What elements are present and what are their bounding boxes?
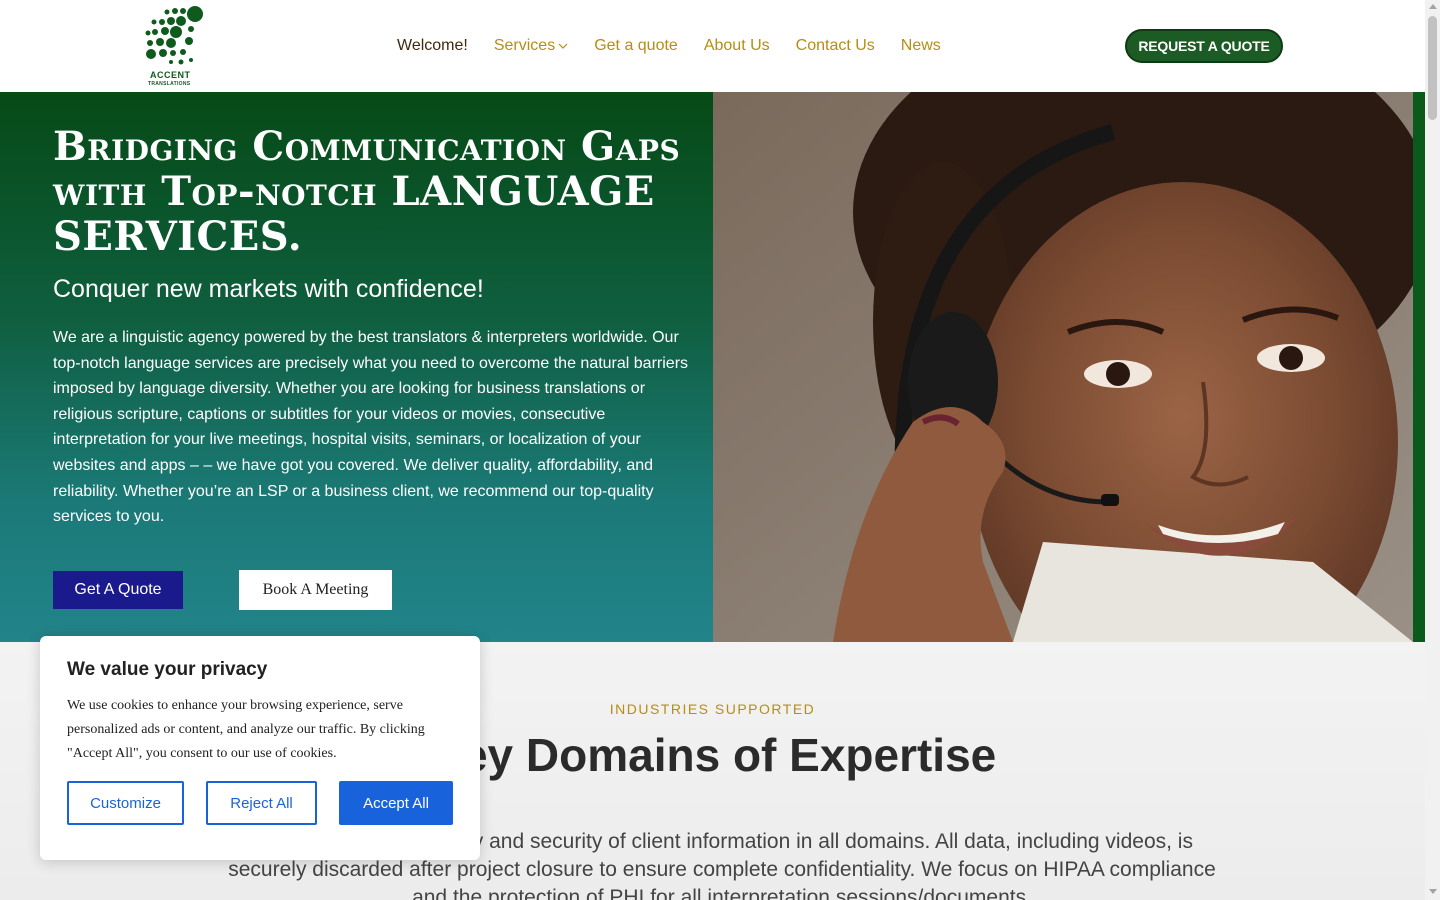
- hero-title: Bridging Communication Gaps with Top-not…: [53, 123, 681, 260]
- nav-item-welcome[interactable]: Welcome!: [397, 37, 468, 55]
- nav-item-services-label: Services: [493, 37, 556, 54]
- cookie-customize-button[interactable]: Customize: [67, 781, 184, 825]
- nav-item-news[interactable]: News: [901, 37, 941, 55]
- cookie-description: We use cookies to enhance your browsing …: [67, 698, 425, 761]
- scroll-up-arrow-icon[interactable]: [1429, 4, 1437, 9]
- cookie-consent-banner: We value your privacy We use cookies to …: [40, 636, 480, 860]
- request-quote-button[interactable]: REQUEST A QUOTE: [1125, 29, 1283, 63]
- scrollbar-thumb[interactable]: [1428, 16, 1437, 120]
- site-header: ACCENT TRANSLATIONS Welcome! Services Ge…: [0, 0, 1425, 92]
- nav-item-get-a-quote[interactable]: Get a quote: [594, 37, 678, 55]
- book-meeting-button[interactable]: Book A Meeting: [239, 570, 392, 610]
- cookie-title: We value your privacy: [67, 659, 268, 680]
- logo-dots-icon: [145, 6, 203, 65]
- nav-item-services[interactable]: Services: [494, 37, 568, 55]
- get-a-quote-button[interactable]: Get A Quote: [53, 571, 183, 609]
- nav-item-about-us[interactable]: About Us: [704, 37, 770, 55]
- logo-tagline: TRANSLATIONS: [148, 81, 191, 87]
- chevron-down-icon: [558, 43, 568, 49]
- hero-edge-strip: [1413, 92, 1425, 642]
- hero-photo-woman-headset: [713, 92, 1413, 642]
- nav-item-contact-us[interactable]: Contact Us: [796, 37, 875, 55]
- scroll-down-arrow-icon[interactable]: [1429, 889, 1437, 894]
- cookie-reject-all-button[interactable]: Reject All: [206, 781, 317, 825]
- site-logo[interactable]: ACCENT TRANSLATIONS: [143, 4, 207, 88]
- hero-section: Bridging Communication Gaps with Top-not…: [0, 92, 1425, 642]
- main-nav: Welcome! Services Get a quote About Us C…: [397, 35, 967, 57]
- page-scrollbar[interactable]: [1425, 0, 1440, 900]
- hero-description: We are a linguistic agency powered by th…: [53, 329, 689, 526]
- cookie-accept-all-button[interactable]: Accept All: [339, 781, 453, 825]
- hero-photo-illustration: [713, 92, 1413, 642]
- logo-wordmark: ACCENT: [150, 70, 191, 80]
- hero-subtitle: Conquer new markets with confidence!: [53, 275, 484, 303]
